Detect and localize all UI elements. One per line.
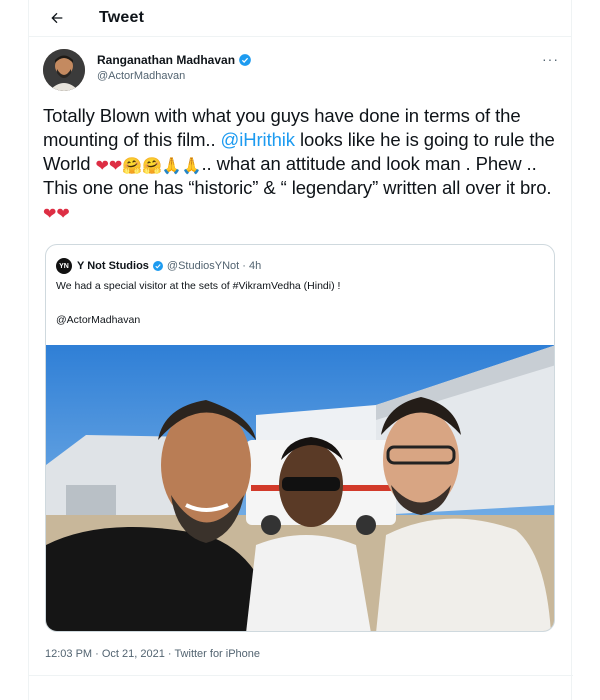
verified-badge-icon <box>152 261 163 271</box>
author-names: Ranganathan Madhavan @ActorMadhavan <box>97 53 252 98</box>
hugging-face-emoji-icon: 🤗 <box>141 158 162 175</box>
heart-emoji-icon: ❤ <box>56 206 70 223</box>
quoted-display-name: Y Not Studios <box>77 260 149 272</box>
tweet-page: Tweet Ranganathan Madhavan @ActorMadhava… <box>28 0 573 700</box>
heart-emoji-icon: ❤ <box>43 206 57 223</box>
tweet-source[interactable]: Twitter for iPhone <box>174 648 260 660</box>
quoted-tweet-text: We had a special visitor at the sets of … <box>56 280 341 292</box>
quoted-handle-time: @StudiosYNot · 4h <box>166 260 262 272</box>
selfie-photo <box>46 345 554 631</box>
quoted-tweet[interactable]: YN Y Not Studios @StudiosYNot · 4h We ha… <box>45 244 555 632</box>
quoted-tweet-header: YN Y Not Studios @StudiosYNot · 4h <box>46 245 554 275</box>
arrow-left-icon <box>51 12 63 24</box>
display-name[interactable]: Ranganathan Madhavan <box>97 53 235 67</box>
more-options-icon[interactable]: ··· <box>542 51 559 67</box>
hugging-face-emoji-icon: 🤗 <box>122 158 142 175</box>
quoted-avatar: YN <box>56 258 72 274</box>
heart-emoji-icon: ❤ <box>95 158 109 175</box>
avatar[interactable] <box>43 49 85 91</box>
author-handle[interactable]: @ActorMadhavan <box>97 70 252 82</box>
metadata-separator: · <box>164 648 175 660</box>
heart-emoji-icon: ❤ <box>108 158 123 175</box>
tweet-author: Ranganathan Madhavan @ActorMadhavan ··· <box>29 36 571 98</box>
avatar-image <box>43 49 85 91</box>
quoted-tweet-photo[interactable] <box>46 345 554 631</box>
page-header: Tweet <box>29 0 571 36</box>
page-title: Tweet <box>99 9 145 26</box>
tweet-metadata: 12:03 PM · Oct 21, 2021 · Twitter for iP… <box>45 648 260 660</box>
display-name-row: Ranganathan Madhavan <box>97 53 252 67</box>
tweet-stats-divider <box>29 675 573 700</box>
verified-badge-icon <box>239 54 251 66</box>
tweet-timestamp[interactable]: 12:03 PM · Oct 21, 2021 <box>45 648 165 660</box>
folded-hands-emoji-icon: 🙏 <box>161 158 182 175</box>
back-button[interactable] <box>45 6 69 30</box>
folded-hands-emoji-icon: 🙏 <box>181 158 202 175</box>
tweet-text: Totally Blown with what you guys have do… <box>29 98 571 224</box>
quoted-tweet-mention: @ActorMadhavan <box>56 314 141 326</box>
mention-link[interactable]: @iHrithik <box>221 129 296 150</box>
